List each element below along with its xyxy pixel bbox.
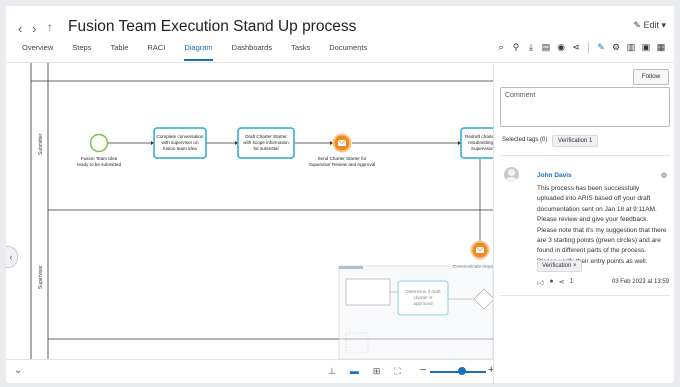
download-icon[interactable]: ⤓ bbox=[526, 42, 536, 53]
chevron-down-icon[interactable]: ⌄ bbox=[14, 365, 22, 376]
fit-icon[interactable]: ⊞ bbox=[373, 366, 381, 377]
page-title: Fusion Team Execution Stand Up process bbox=[68, 18, 357, 35]
forward-icon[interactable]: › bbox=[32, 21, 36, 36]
comment-actions: 👍︎ ● ⋖ 1 bbox=[537, 278, 573, 287]
lane-label-submitter: Submitter bbox=[38, 133, 44, 155]
divider bbox=[500, 295, 670, 296]
comments-panel: Follow Comment Selected tags (0) Verific… bbox=[493, 63, 674, 383]
reply-icon[interactable]: ● bbox=[549, 278, 553, 287]
minimap-viewport[interactable] bbox=[345, 278, 391, 306]
image-icon[interactable]: ▣ bbox=[641, 42, 651, 53]
task-2-line3: for submittal bbox=[253, 146, 278, 151]
view-controls: ⊥ ▬ ⊞ ⛶ bbox=[328, 366, 401, 377]
zoom-bar: ⌄ ⊥ ▬ ⊞ ⛶ − + bbox=[6, 359, 494, 383]
comment-author[interactable]: John Davis bbox=[537, 172, 572, 179]
task-1-line1: Complete conversation bbox=[157, 134, 204, 139]
search-icon[interactable]: ⌕ bbox=[496, 42, 506, 53]
task-2-line1: Draft Charter Starter bbox=[245, 134, 287, 139]
minimap-header bbox=[339, 266, 363, 269]
header: ‹ › ↑ Fusion Team Execution Stand Up pro… bbox=[6, 6, 674, 63]
tab-tasks[interactable]: Tasks bbox=[291, 43, 310, 61]
divider bbox=[500, 155, 670, 156]
selected-tags-label: Selected tags (0) bbox=[502, 137, 548, 143]
minimap-task-line1: Determine if draft bbox=[405, 289, 441, 294]
minimap-task-line2: charter is bbox=[414, 295, 434, 300]
start-event-label-line1: Fusion Team Idea bbox=[81, 156, 118, 161]
tab-dashboards[interactable]: Dashboards bbox=[232, 43, 272, 61]
pencil-icon: ✎ bbox=[633, 20, 641, 30]
task-3-line1: Redraft charte bbox=[465, 134, 493, 139]
diagram-canvas[interactable]: Submitter Supervisor Fusion Team Idea re… bbox=[6, 63, 493, 383]
tab-overview[interactable]: Overview bbox=[22, 43, 53, 61]
star-icon[interactable]: ☆ bbox=[260, 20, 269, 31]
view-icon[interactable]: ◉ bbox=[556, 42, 566, 53]
send-event-label-line1: Send Charter Starter for bbox=[317, 156, 366, 161]
share-icon[interactable]: ⋖ bbox=[571, 42, 581, 53]
back-icon[interactable]: ‹ bbox=[18, 21, 22, 36]
task-2-line2: with scope information bbox=[243, 140, 289, 145]
grid-icon[interactable]: ▦ bbox=[656, 42, 666, 53]
tab-bar: Overview Steps Table RACI Diagram Dashbo… bbox=[22, 43, 386, 61]
send-event-label-line2: Supervisor Review and Approval bbox=[309, 162, 375, 167]
lane-label-supervisor: Supervisor bbox=[38, 265, 44, 289]
tab-steps[interactable]: Steps bbox=[72, 43, 91, 61]
bpmn-diagram: Submitter Supervisor Fusion Team Idea re… bbox=[30, 63, 493, 360]
comment-body: This process has been successfully uploa… bbox=[537, 185, 667, 265]
comment-input[interactable]: Comment bbox=[500, 87, 670, 127]
task-3-line2: resubmitting bbox=[468, 140, 493, 145]
hierarchy-icon[interactable]: ⊥ bbox=[328, 366, 336, 377]
zoom-out-button[interactable]: − bbox=[420, 364, 426, 376]
minimap-toggle-icon[interactable]: ▬ bbox=[350, 366, 359, 377]
comment-tag[interactable]: Verification × bbox=[537, 260, 582, 272]
minimap-task-line3: approved bbox=[413, 301, 433, 306]
share-icon[interactable]: ⋖ bbox=[559, 278, 565, 287]
print-icon[interactable]: ▤ bbox=[541, 42, 551, 53]
fullscreen-icon[interactable]: ⛶ bbox=[394, 366, 400, 377]
tab-documents[interactable]: Documents bbox=[329, 43, 367, 61]
properties-icon[interactable]: ⚙ bbox=[611, 42, 621, 53]
tab-table[interactable]: Table bbox=[110, 43, 128, 61]
comments-icon[interactable]: ✎ bbox=[596, 42, 606, 53]
tab-raci[interactable]: RACI bbox=[147, 43, 165, 61]
like-icon[interactable]: 👍︎ bbox=[537, 278, 544, 287]
tag-filter-chip[interactable]: Verification 1 bbox=[552, 135, 599, 147]
chart-icon[interactable]: ▥ bbox=[626, 42, 636, 53]
task-3-line3: Supervisor bbox=[471, 146, 493, 151]
task-1-line3: fusion team idea bbox=[163, 146, 197, 151]
edit-button[interactable]: ✎ Edit ▾ bbox=[633, 20, 666, 31]
toolbar: ⌕ ⚲ ⤓ ▤ ◉ ⋖ ✎ ⚙ ▥ ▣ ▦ bbox=[496, 42, 666, 53]
avatar bbox=[504, 167, 519, 182]
comment-date: 03 Feb 2023 at 13:59 bbox=[611, 279, 669, 285]
comment-placeholder: Comment bbox=[505, 92, 536, 99]
follow-button[interactable]: Follow bbox=[633, 69, 669, 85]
task-1-line2: with supervisor on bbox=[161, 140, 198, 145]
app-window: ‹ › ↑ Fusion Team Execution Stand Up pro… bbox=[6, 6, 674, 383]
globe-icon: ◍ bbox=[660, 172, 667, 179]
up-icon[interactable]: ↑ bbox=[47, 20, 53, 34]
minimap[interactable]: Determine if draft charter is approved bbox=[338, 265, 493, 360]
toolbar-divider bbox=[588, 42, 589, 53]
tab-diagram[interactable]: Diagram bbox=[184, 43, 213, 61]
edit-label: Edit bbox=[643, 20, 659, 30]
pin-icon[interactable]: ⚲ bbox=[511, 42, 521, 53]
start-event-label-line2: ready to be submitted bbox=[77, 162, 122, 167]
reply-count: 1 bbox=[569, 278, 574, 285]
start-event[interactable] bbox=[89, 133, 109, 153]
zoom-slider-knob[interactable] bbox=[458, 367, 466, 375]
